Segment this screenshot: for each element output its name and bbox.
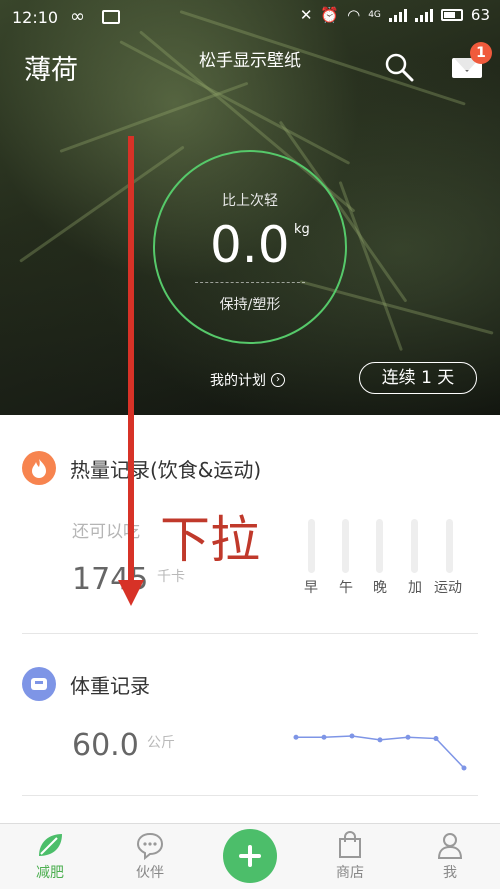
weight-section-title[interactable]: 体重记录 <box>70 670 150 699</box>
pull-down-arrow-head <box>118 580 144 606</box>
pull-down-arrow <box>128 136 134 586</box>
streak-button[interactable]: 连续 1 天 <box>359 362 477 394</box>
person-icon <box>437 833 463 859</box>
tab-label: 商店 <box>336 865 364 881</box>
tab-me[interactable]: 我 <box>415 830 485 882</box>
search-icon[interactable] <box>384 52 414 82</box>
unread-badge: 1 <box>470 42 492 64</box>
my-plan-link[interactable]: 我的计划 › <box>210 370 285 390</box>
weight-trend-point <box>293 734 299 740</box>
pull-down-hint: 下拉 <box>160 511 260 569</box>
chat-bubble-icon <box>136 832 164 860</box>
signal-4g-icon: 4G <box>368 10 381 20</box>
status-time: 12:10 <box>12 8 59 27</box>
weight-trend-point <box>461 765 467 771</box>
section-divider-2 <box>22 795 478 796</box>
weight-change-value: 0.0 <box>210 216 290 274</box>
meal-label-dinner: 晚 <box>373 580 387 596</box>
weight-compare-label: 比上次轻 <box>222 193 278 209</box>
tab-label: 伙伴 <box>136 865 164 881</box>
alarm-icon: ⏰ <box>320 6 340 24</box>
weight-trend-point <box>405 734 411 740</box>
goal-label: 保持/塑形 <box>219 297 281 313</box>
chevron-right-circle-icon: › <box>271 373 285 387</box>
tab-lose-weight[interactable]: 减肥 <box>15 830 85 882</box>
weight-trend-chart[interactable] <box>290 730 470 774</box>
cell-signal-icon-2 <box>414 8 433 22</box>
tab-partners[interactable]: 伙伴 <box>115 830 185 882</box>
wifi-icon: ◠ <box>347 6 361 24</box>
leaf-icon <box>39 834 62 856</box>
meal-bar-lunch[interactable] <box>342 519 349 573</box>
weight-value: 60.0 <box>72 728 139 763</box>
release-to-show-wallpaper-hint: 松手显示壁纸 <box>199 51 301 71</box>
weight-trend-point <box>321 734 327 740</box>
battery-level: 63 <box>470 6 490 24</box>
tab-label: 我 <box>443 865 457 881</box>
weight-unit: 公斤 <box>147 735 175 751</box>
meal-label-exercise: 运动 <box>434 580 462 596</box>
weight-trend-point <box>349 733 355 739</box>
tab-label: 减肥 <box>36 865 64 881</box>
calorie-section-title[interactable]: 热量记录(饮食&运动) <box>70 454 261 483</box>
add-record-button[interactable] <box>223 829 277 883</box>
infinity-icon: ∞ <box>70 6 85 27</box>
scale-icon <box>22 667 56 701</box>
mute-icon: ✕ <box>299 6 313 24</box>
shopping-bag-icon <box>339 831 361 858</box>
section-divider <box>22 633 478 634</box>
weight-trend-point <box>433 736 439 742</box>
meal-label-lunch: 午 <box>339 580 353 596</box>
ring-divider <box>195 282 305 283</box>
fire-icon <box>22 451 56 485</box>
meal-label-snack: 加 <box>408 580 422 596</box>
status-bar: 12:10 ∞ ✕ ⏰ ◠ 4G 63 <box>0 0 500 36</box>
cell-signal-icon <box>388 8 407 22</box>
tab-shop[interactable]: 商店 <box>315 830 385 882</box>
image-notification-icon <box>102 10 120 24</box>
meal-bar-dinner[interactable] <box>376 519 383 573</box>
meal-label-breakfast: 早 <box>304 580 318 596</box>
my-plan-label: 我的计划 <box>210 373 266 389</box>
weight-trend-point <box>377 737 383 743</box>
battery-icon <box>440 9 463 21</box>
weight-change-unit: kg <box>294 222 310 237</box>
meal-bar-exercise[interactable] <box>446 519 453 573</box>
meal-bar-snack[interactable] <box>411 519 418 573</box>
meal-bar-breakfast[interactable] <box>308 519 315 573</box>
